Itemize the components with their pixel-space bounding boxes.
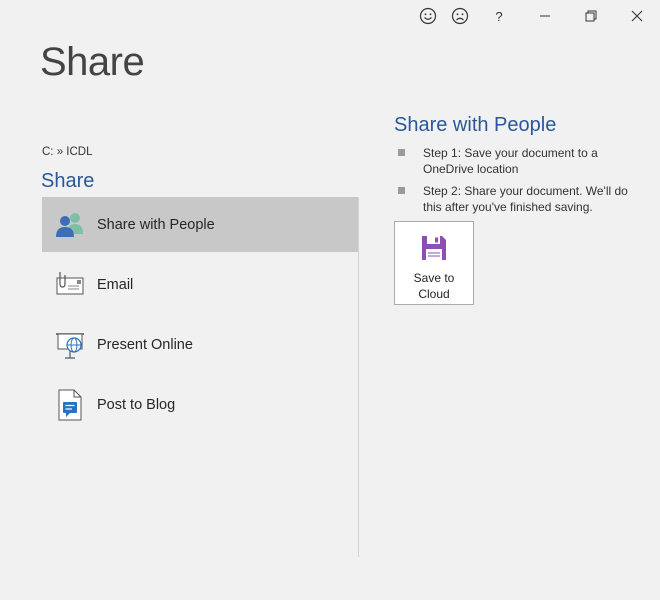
help-icon[interactable]: ? <box>488 5 510 27</box>
smile-feedback-icon[interactable] <box>417 5 439 27</box>
step-text: Step 2: Share your document. We'll do th… <box>423 184 628 214</box>
minimize-icon[interactable] <box>534 5 556 27</box>
bullet-icon <box>398 149 405 156</box>
save-to-cloud-button[interactable]: Save to Cloud <box>394 221 474 305</box>
step-text: Step 1: Save your document to a OneDrive… <box>423 146 598 176</box>
step-1: Step 1: Save your document to a OneDrive… <box>394 145 634 177</box>
floppy-disk-icon <box>421 235 447 266</box>
section-title: Share <box>41 170 95 192</box>
save-to-cloud-label: Save to Cloud <box>413 271 455 301</box>
menu-item-label: Email <box>97 276 134 293</box>
email-icon <box>48 270 92 300</box>
menu-item-label: Present Online <box>97 336 193 353</box>
blog-icon <box>48 389 92 421</box>
menu-item-label: Share with People <box>97 216 215 233</box>
step-2: Step 2: Share your document. We'll do th… <box>394 183 634 215</box>
post-to-blog-item[interactable]: Post to Blog <box>42 377 358 432</box>
share-options-list: Share with People Email Present Online P… <box>42 197 358 437</box>
panel-title: Share with People <box>394 114 557 136</box>
window-controls: ? <box>0 0 660 30</box>
restore-icon[interactable] <box>580 5 602 27</box>
bullet-icon <box>398 187 405 194</box>
breadcrumb: C: » ICDL <box>42 146 93 158</box>
page-title: Share <box>40 40 145 84</box>
present-online-icon <box>48 329 92 361</box>
close-icon[interactable] <box>626 5 648 27</box>
people-icon <box>48 210 92 240</box>
share-details-panel: Share with People Step 1: Save your docu… <box>394 114 634 305</box>
panel-divider <box>358 197 359 557</box>
frown-feedback-icon[interactable] <box>449 5 471 27</box>
present-online-item[interactable]: Present Online <box>42 317 358 372</box>
menu-item-label: Post to Blog <box>97 396 176 413</box>
email-item[interactable]: Email <box>42 257 358 312</box>
share-with-people-item[interactable]: Share with People <box>42 197 358 252</box>
